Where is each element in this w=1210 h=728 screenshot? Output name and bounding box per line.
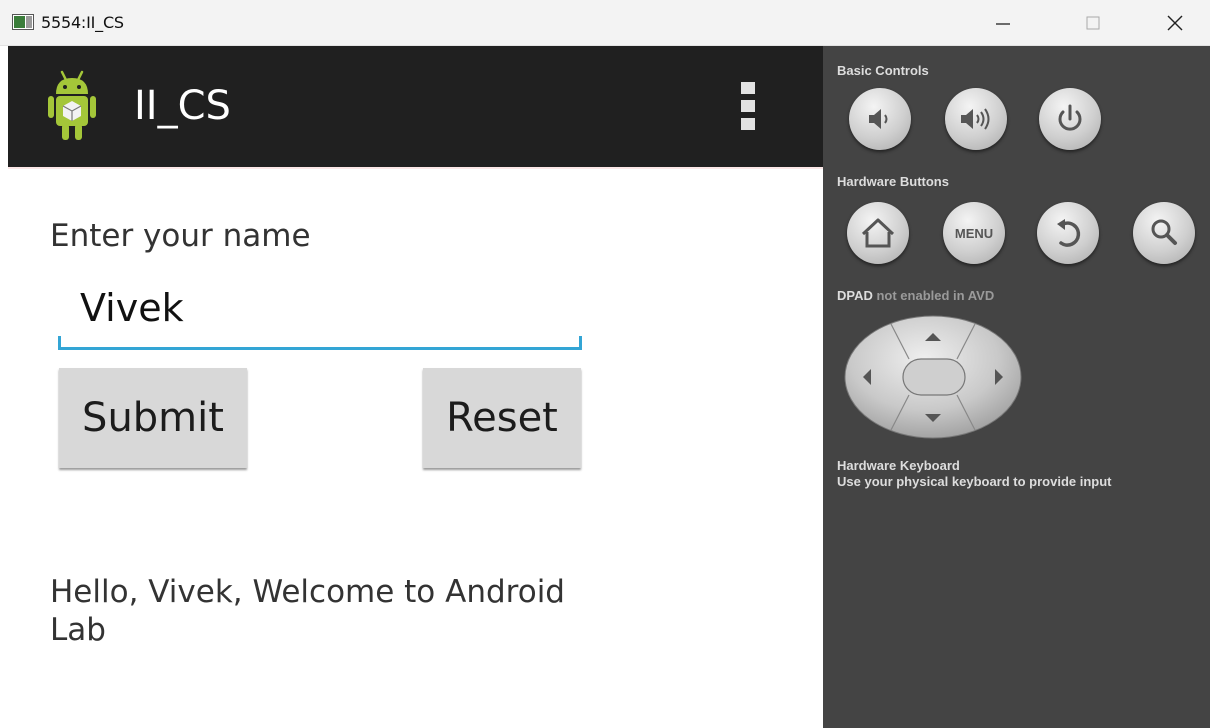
hardware-keyboard-info: Hardware Keyboard Use your physical keyb… [837,458,1112,490]
home-button[interactable] [847,202,909,264]
minimize-icon [996,23,1010,25]
volume-up-icon [961,108,990,130]
hardware-keyboard-desc: Use your physical keyboard to provide in… [837,474,1112,489]
welcome-message: Hello, Vivek, Welcome to Android Lab [50,574,565,648]
device-screen: II_CS Enter your name Vivek Submit Reset… [8,46,823,728]
emulator-control-panel: Basic Controls Hardware Buttons MENU DPA… [823,46,1210,728]
maximize-button[interactable] [1070,6,1116,40]
name-label: Enter your name [50,218,311,254]
reset-button[interactable]: Reset [423,368,581,468]
window-title-bar: 5554:II_CS [0,0,1210,46]
basic-controls-label: Basic Controls [837,63,929,78]
back-icon [1057,219,1081,247]
action-bar: II_CS [8,46,823,169]
app-title: II_CS [134,83,231,129]
overflow-menu-icon[interactable] [738,82,758,134]
menu-button-label: MENU [955,226,993,241]
dpad-label-rest: not enabled in AVD [872,288,995,303]
close-icon [1167,15,1183,31]
window-title: 5554:II_CS [41,13,124,32]
power-button[interactable] [1039,88,1101,150]
input-underline [58,336,582,350]
dpad-control[interactable] [843,314,1025,440]
search-icon [1151,219,1177,245]
volume-up-button[interactable] [945,88,1007,150]
hardware-buttons-label: Hardware Buttons [837,174,949,189]
dpad-icon [844,315,1022,439]
hardware-keyboard-title: Hardware Keyboard [837,458,960,473]
app-window-icon [12,14,34,30]
android-robot-icon [48,70,96,144]
search-button[interactable] [1133,202,1195,264]
back-button[interactable] [1037,202,1099,264]
maximize-icon [1086,16,1100,30]
minimize-button[interactable] [980,6,1026,40]
submit-button[interactable]: Submit [59,368,247,468]
name-input[interactable]: Vivek [58,282,582,350]
menu-button-face: MENU [955,226,993,241]
power-icon [1058,104,1082,131]
name-input-value[interactable]: Vivek [80,286,184,330]
home-icon [861,218,895,248]
dpad-label: DPAD not enabled in AVD [837,288,994,303]
close-button[interactable] [1152,6,1198,40]
menu-button[interactable]: MENU [943,202,1005,264]
dpad-label-strong: DPAD [837,288,873,303]
volume-down-icon [869,109,888,129]
volume-down-button[interactable] [849,88,911,150]
